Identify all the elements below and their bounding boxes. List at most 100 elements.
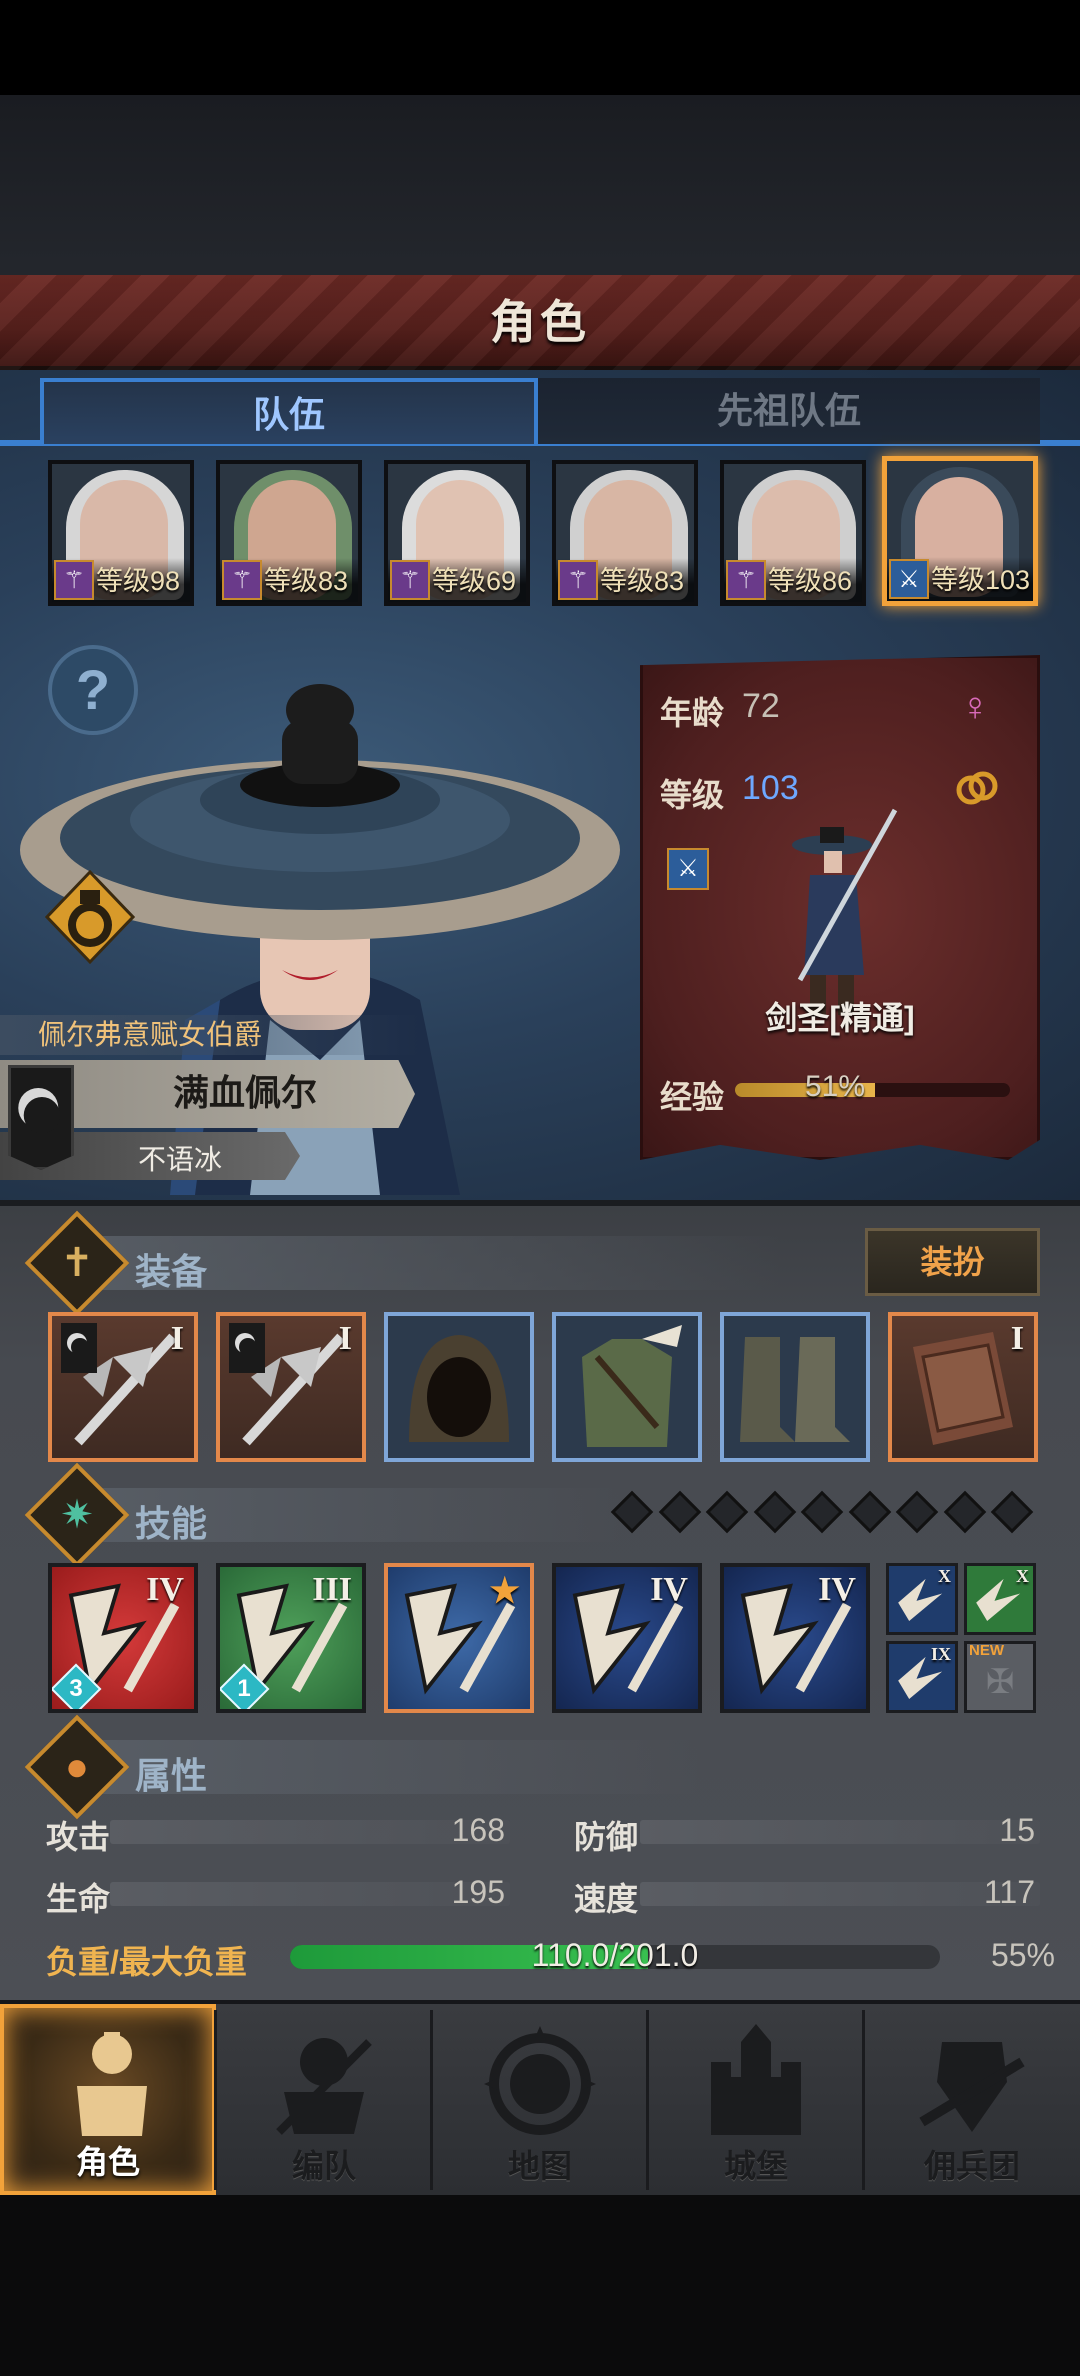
sword-icon: ⚔ [889, 559, 929, 599]
compass-icon [480, 2022, 600, 2142]
class-name: 剑圣[精通] [765, 1000, 915, 1036]
roster-portrait[interactable]: ⚔ 等级103 [882, 456, 1038, 606]
equipment-slot-tunic[interactable] [552, 1312, 702, 1462]
tier-label: I [338, 1320, 352, 1357]
sword-class-icon: ⚔ [667, 848, 709, 890]
nav-character[interactable]: 角色 [0, 2004, 216, 2195]
roster-portrait[interactable]: ⚚ 等级86 [720, 460, 866, 606]
skill-slot[interactable]: IV [552, 1563, 702, 1713]
class-figure-art [792, 808, 898, 1015]
potion-icon[interactable] [45, 870, 135, 965]
staff-icon: ⚚ [390, 560, 430, 600]
locked-skill-slot[interactable]: ✠ NEW [964, 1641, 1036, 1713]
new-badge: NEW [969, 1642, 1004, 1659]
hero-name[interactable]: 满血佩尔 [95, 1064, 395, 1116]
exp-label: 经验 [660, 1079, 725, 1115]
equipment-slot-halberd[interactable]: I [216, 1312, 366, 1462]
skill-tier: X [1016, 1566, 1029, 1586]
hero-title: 佩尔弗意赋女伯爵 [0, 1015, 420, 1055]
skill-slot[interactable]: IV 3 [48, 1563, 198, 1713]
nav-label: 角色 [75, 2144, 140, 2180]
female-icon: ♀ [960, 685, 990, 729]
staff-icon: ⚚ [726, 560, 766, 600]
tier-label: I [170, 1320, 184, 1357]
helmet-sword-icon [264, 2022, 384, 2142]
roster-portrait[interactable]: ⚚ 等级83 [552, 460, 698, 606]
gem-count: 1 [237, 1675, 251, 1702]
page-title: 角色 [490, 296, 590, 348]
nav-label: 编队 [291, 2148, 356, 2184]
nav-label: 城堡 [723, 2148, 788, 2184]
equipment-slot-hood[interactable] [384, 1312, 534, 1462]
hero-subname: 不语冰 [137, 1144, 222, 1175]
portrait-level: 等级83 [600, 566, 685, 596]
portrait-level: 等级83 [264, 566, 349, 596]
nav-divider [214, 2010, 217, 2190]
equipment-title: 装备 [135, 1251, 208, 1292]
portrait-level: 等级98 [96, 566, 181, 596]
equipment-slot-halberd[interactable]: I [48, 1312, 198, 1462]
attack-value: 168 [451, 1812, 505, 1848]
skill-tier: X [938, 1566, 951, 1586]
skill-slot[interactable]: ★ [384, 1563, 534, 1713]
hp-value: 195 [451, 1874, 505, 1910]
nav-map[interactable]: 地图 [432, 2004, 648, 2195]
nav-formation[interactable]: 编队 [216, 2004, 432, 2195]
passive-skill-slot[interactable]: X [964, 1563, 1036, 1635]
knight-icon [52, 2026, 172, 2146]
load-percent: 55% [990, 1937, 1055, 1973]
skill-tier: IX [930, 1644, 951, 1664]
tab-ancestor-team[interactable]: 先祖队伍 [538, 378, 1040, 444]
portrait-level: 等级86 [768, 566, 853, 596]
defense-value: 15 [999, 1812, 1035, 1848]
age-value: 72 [742, 687, 780, 725]
equipment-slot-tome[interactable]: I [888, 1312, 1038, 1462]
nav-label: 地图 [507, 2148, 572, 2184]
portrait-level: 等级69 [432, 566, 517, 596]
exp-percent: 51% [804, 1070, 866, 1103]
nav-divider [430, 2010, 433, 2190]
attack-label: 攻击 [46, 1819, 111, 1855]
moon-banner-icon [8, 1065, 74, 1170]
skill-tier: IV [650, 1571, 688, 1608]
help-button[interactable]: ? [48, 645, 138, 735]
passive-skill-slot[interactable]: IX [886, 1641, 958, 1713]
defense-label: 防御 [574, 1819, 639, 1855]
speed-label: 速度 [574, 1881, 639, 1917]
skill-tier: III [312, 1571, 352, 1608]
skill-slot[interactable]: III 1 [216, 1563, 366, 1713]
staff-icon: ⚚ [558, 560, 598, 600]
rings-icon[interactable] [954, 768, 1000, 808]
roster-portrait[interactable]: ⚚ 等级98 [48, 460, 194, 606]
level-value: 103 [742, 769, 799, 807]
gem-count: 3 [69, 1675, 83, 1702]
nav-label: 佣兵团 [923, 2148, 1020, 2184]
nav-castle[interactable]: 城堡 [648, 2004, 864, 2195]
attributes-title: 属性 [135, 1755, 208, 1796]
staff-icon: ⚚ [54, 560, 94, 600]
castle-icon [696, 2022, 816, 2142]
tab-team[interactable]: 队伍 [40, 378, 538, 444]
roster-portrait[interactable]: ⚚ 等级69 [384, 460, 530, 606]
equipment-slot-boots[interactable] [720, 1312, 870, 1462]
skill-tier: IV [146, 1571, 184, 1608]
skill-slot[interactable]: IV [720, 1563, 870, 1713]
star-icon: ★ [489, 1573, 520, 1610]
bottom-bar-area [0, 2195, 1080, 2376]
dress-up-button[interactable]: 装扮 [865, 1228, 1040, 1296]
cross-glyph: ✝ [60, 1241, 94, 1285]
portrait-level: 等级103 [931, 565, 1031, 595]
hp-label: 生命 [46, 1881, 111, 1917]
cross-icon: ✠ [985, 1663, 1015, 1701]
staff-icon: ⚚ [222, 560, 262, 600]
tier-label: I [1010, 1320, 1024, 1357]
nav-divider [862, 2010, 865, 2190]
passive-skill-slot[interactable]: X [886, 1563, 958, 1635]
mercenary-banner-icon [912, 2022, 1032, 2142]
roster-portrait[interactable]: ⚚ 等级83 [216, 460, 362, 606]
attributes-glyph: ● [64, 1745, 90, 1789]
skills-title: 技能 [135, 1503, 208, 1544]
nav-mercenaries[interactable]: 佣兵团 [864, 2004, 1080, 2195]
speed-value: 117 [983, 1874, 1035, 1910]
level-label: 等级 [660, 777, 725, 813]
